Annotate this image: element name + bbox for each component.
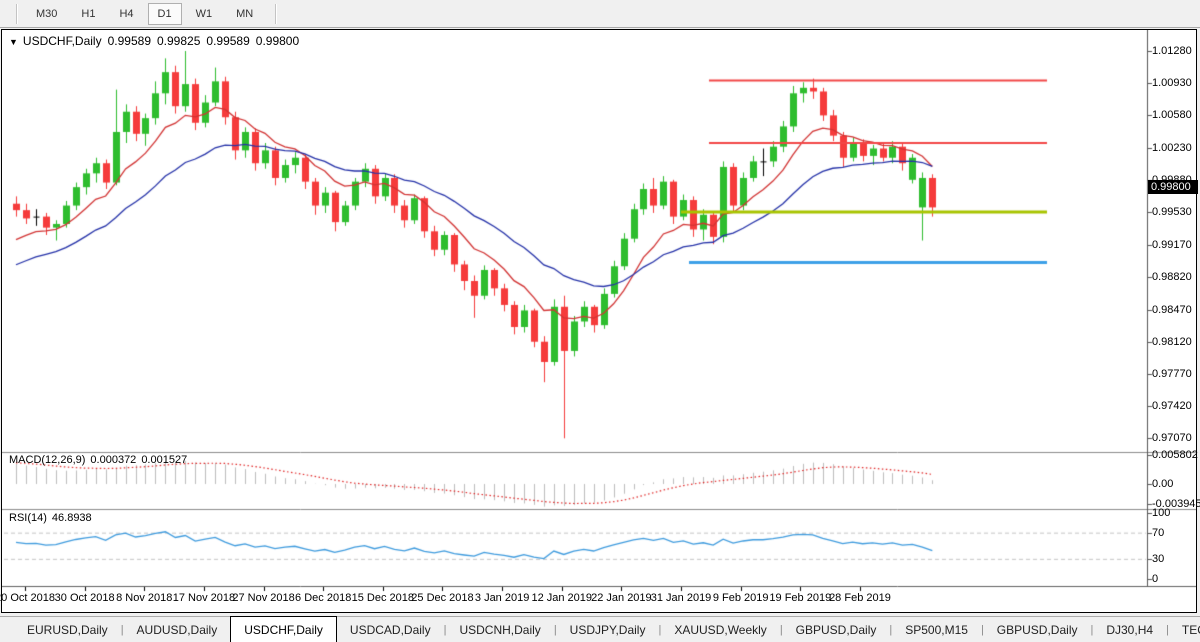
date-axis-label: 12 Jan 2019 (531, 592, 592, 604)
chart-title: ▼ USDCHF,Daily 0.99589 0.99825 0.99589 0.9980… (9, 34, 299, 48)
rsi-indicator-label: RSI(14) 46.8938 (9, 512, 92, 524)
tab-gbpusd-daily[interactable]: GBPUSD,Daily (783, 617, 890, 642)
mt4-terminal: { "icons": { "collapse": "▼", "scroll_le… (0, 0, 1200, 642)
rsi-name: RSI(14) (9, 512, 47, 524)
timeframe-toolbar: M30H1H4D1W1MN (0, 0, 1200, 28)
price-axis-label: 0.98470 (1152, 304, 1192, 316)
chart-tabs: EURUSD,Daily|AUDUSD,DailyUSDCHF,DailyUSD… (14, 617, 1200, 642)
timeframe-buttons: M30H1H4D1W1MN (26, 3, 267, 25)
tab-eurusd-daily[interactable]: EURUSD,Daily (14, 617, 121, 642)
date-axis-label: 6 Dec 2018 (295, 592, 351, 604)
price-axis-label: 1.00230 (1152, 142, 1192, 154)
toolbar-separator (16, 4, 18, 24)
date-axis-label: 22 Jan 2019 (591, 592, 652, 604)
ohlc-close: 0.99800 (256, 34, 299, 48)
timeframe-button-m30[interactable]: M30 (26, 3, 67, 25)
rsi-value: 46.8938 (52, 512, 92, 524)
macd-main-value: 0.000372 (90, 454, 136, 466)
tab-sp500-m15[interactable]: SP500,M15 (892, 617, 981, 642)
timeframe-button-d1[interactable]: D1 (148, 3, 182, 25)
tab-gbpusd-daily[interactable]: GBPUSD,Daily (984, 617, 1091, 642)
chart-window: ▼ USDCHF,Daily 0.99589 0.99825 0.99589 0.9980… (1, 29, 1197, 613)
current-price-tag: 0.99800 (1148, 180, 1198, 194)
date-axis-label: 15 Dec 2018 (352, 592, 414, 604)
price-axis-label: 0.99170 (1152, 239, 1192, 251)
tab-xauusd-weekly[interactable]: XAUUSD,Weekly (661, 617, 779, 642)
rsi-axis-label: 70 (1152, 527, 1164, 539)
macd-name: MACD(12,26,9) (9, 454, 85, 466)
date-axis-label: 3 Jan 2019 (475, 592, 529, 604)
price-axis-label: 0.98120 (1152, 336, 1192, 348)
rsi-axis-label: 0 (1152, 573, 1158, 585)
tab-usdcnh-daily[interactable]: USDCNH,Daily (446, 617, 553, 642)
price-axis-label: 0.97770 (1152, 368, 1192, 380)
macd-indicator-label: MACD(12,26,9) 0.000372 0.001527 (9, 454, 187, 466)
ohlc-open: 0.99589 (108, 34, 151, 48)
ohlc-low: 0.99589 (206, 34, 249, 48)
macd-axis-label: 0.005802 (1152, 449, 1198, 461)
collapse-indicator-icon[interactable]: ▼ (9, 37, 18, 47)
price-axis-label: 0.97420 (1152, 400, 1192, 412)
date-axis-label: 20 Oct 2018 (0, 592, 55, 604)
tab-audusd-daily[interactable]: AUDUSD,Daily (124, 617, 231, 642)
date-axis-label: 19 Feb 2019 (769, 592, 831, 604)
macd-axis-label: 0.00 (1152, 478, 1173, 490)
price-axis-label: 0.99530 (1152, 206, 1192, 218)
price-axis-label: 0.98820 (1152, 271, 1192, 283)
date-axis-label: 30 Oct 2018 (55, 592, 115, 604)
date-axis-label: 31 Jan 2019 (651, 592, 712, 604)
date-axis-label: 9 Feb 2019 (713, 592, 769, 604)
tab-tech100-i[interactable]: TECH100,I (1169, 617, 1200, 642)
tab-dj30-h4[interactable]: DJ30,H4 (1093, 617, 1166, 642)
price-axis-label: 1.00930 (1152, 77, 1192, 89)
chart-tabbar: EURUSD,Daily|AUDUSD,DailyUSDCHF,DailyUSD… (0, 616, 1200, 642)
date-axis-label: 17 Nov 2018 (173, 592, 235, 604)
date-axis-label: 27 Nov 2018 (232, 592, 294, 604)
tab-usdjpy-daily[interactable]: USDJPY,Daily (557, 617, 659, 642)
price-axis-label: 1.00580 (1152, 109, 1192, 121)
chart-canvas[interactable] (2, 30, 1196, 612)
date-axis-label: 25 Dec 2018 (411, 592, 473, 604)
tab-usdcad-daily[interactable]: USDCAD,Daily (337, 617, 444, 642)
rsi-axis-label: 100 (1152, 507, 1170, 519)
price-axis-label: 0.97070 (1152, 432, 1192, 444)
timeframe-button-w1[interactable]: W1 (186, 3, 223, 25)
price-axis-label: 1.01280 (1152, 45, 1192, 57)
toolbar-separator (275, 4, 277, 24)
ohlc-high: 0.99825 (157, 34, 200, 48)
timeframe-button-h1[interactable]: H1 (71, 3, 105, 25)
tab-usdchf-daily[interactable]: USDCHF,Daily (230, 616, 337, 642)
rsi-axis-label: 30 (1152, 553, 1164, 565)
date-axis-label: 28 Feb 2019 (829, 592, 891, 604)
timeframe-button-h4[interactable]: H4 (109, 3, 143, 25)
timeframe-button-mn[interactable]: MN (226, 3, 263, 25)
date-axis-label: 8 Nov 2018 (116, 592, 172, 604)
symbol-name: USDCHF,Daily (23, 34, 102, 48)
macd-signal-value: 0.001527 (141, 454, 187, 466)
